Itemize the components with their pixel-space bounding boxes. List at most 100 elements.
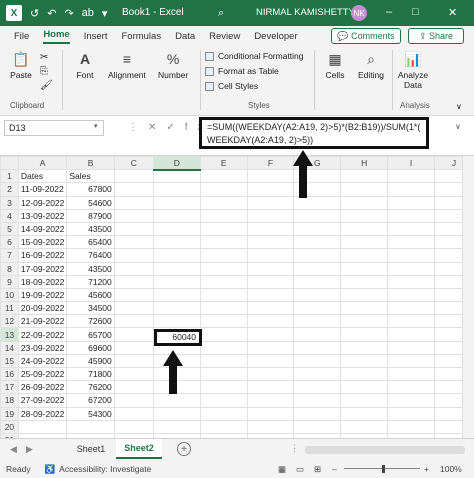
grid-cell[interactable]	[66, 419, 115, 434]
avatar[interactable]: NK	[351, 5, 367, 21]
row-header[interactable]: 15	[0, 353, 19, 369]
grid-cell[interactable]	[199, 340, 248, 355]
grid-cell[interactable]	[293, 274, 342, 289]
grid-cell[interactable]	[152, 406, 201, 421]
grid-cell[interactable]: 67800	[66, 182, 115, 197]
grid-cell[interactable]	[152, 235, 201, 250]
grid-cell[interactable]	[340, 274, 389, 289]
column-header-h[interactable]: H	[340, 156, 389, 171]
grid-cell[interactable]	[152, 301, 201, 316]
grid-cell[interactable]	[246, 221, 295, 237]
grid-cell[interactable]	[246, 380, 295, 395]
tab-developer[interactable]: Developer	[254, 31, 297, 42]
grid-cell[interactable]	[387, 419, 435, 434]
tab-insert[interactable]: Insert	[84, 31, 108, 42]
column-header-i[interactable]: I	[387, 156, 435, 171]
grid-cell[interactable]: 65700	[66, 327, 115, 342]
column-header-d[interactable]: D	[152, 156, 201, 171]
grid-cell[interactable]	[199, 393, 248, 408]
grid-cell[interactable]	[340, 287, 389, 303]
normal-view-icon[interactable]: ▦	[278, 464, 286, 475]
grid-cell[interactable]: 25-09-2022	[17, 366, 68, 382]
formula-input[interactable]: =SUM((WEEKDAY(A2:A19, 2)>5)*(B2:B19))/SU…	[199, 117, 429, 149]
grid-cell[interactable]	[113, 248, 154, 263]
grid-cell[interactable]: 43500	[66, 221, 115, 237]
grid-cell[interactable]	[340, 195, 389, 210]
grid-cell[interactable]	[340, 248, 389, 263]
name-box[interactable]: D13	[4, 120, 104, 136]
grid-cell[interactable]	[387, 380, 435, 395]
grid-cell[interactable]	[246, 301, 295, 316]
grid-cell[interactable]	[387, 248, 435, 263]
customize-icon[interactable]: ▾	[102, 7, 108, 20]
font-button[interactable]: A Font	[74, 48, 96, 80]
grid-cell[interactable]	[152, 287, 201, 303]
grid-cell[interactable]	[199, 380, 248, 395]
grid-cell[interactable]	[246, 419, 295, 434]
grid-cell[interactable]	[199, 195, 248, 210]
grid-cell[interactable]	[293, 393, 342, 408]
grid-cell[interactable]: 20-09-2022	[17, 301, 68, 316]
row-header[interactable]: 13	[0, 327, 19, 342]
next-sheet-icon[interactable]: ▶	[26, 444, 33, 455]
format-icon[interactable]: ab	[82, 7, 94, 19]
grid-cell[interactable]	[113, 366, 154, 382]
grid-cell[interactable]	[199, 235, 248, 250]
grid-cell[interactable]: 45600	[66, 287, 115, 303]
grid-cell[interactable]: 54300	[66, 406, 115, 421]
grid-cell[interactable]	[113, 353, 154, 369]
grid-cell[interactable]	[387, 366, 435, 382]
grid-cell[interactable]	[113, 314, 154, 329]
grid-cell[interactable]	[387, 340, 435, 355]
grid-cell[interactable]	[246, 406, 295, 421]
grid-cell[interactable]	[387, 221, 435, 237]
grid-cell[interactable]: 67200	[66, 393, 115, 408]
grid-cell[interactable]	[340, 301, 389, 316]
row-header[interactable]: 3	[0, 195, 19, 210]
alignment-button[interactable]: ≡ Alignment	[108, 48, 146, 80]
grid-cell[interactable]	[246, 314, 295, 329]
grid-cell[interactable]	[199, 406, 248, 421]
grid-cell[interactable]	[246, 287, 295, 303]
editing-button[interactable]: ⌕ Editing	[358, 48, 384, 81]
grid-cell[interactable]	[199, 248, 248, 263]
grid-cell[interactable]	[246, 393, 295, 408]
grid-cell[interactable]	[340, 406, 389, 421]
autosave-icon[interactable]: ↺	[30, 7, 39, 20]
grid-cell[interactable]	[293, 287, 342, 303]
grid-cell[interactable]	[199, 182, 248, 197]
grid-cell[interactable]: 22-09-2022	[17, 327, 68, 342]
grid-cell[interactable]: 19-09-2022	[17, 287, 68, 303]
grid-cell[interactable]	[387, 182, 435, 197]
grid-cell[interactable]	[113, 182, 154, 197]
grid-cell[interactable]	[387, 353, 435, 369]
format-painter-icon[interactable]: 🖌	[40, 80, 53, 91]
grid-cell[interactable]	[113, 274, 154, 289]
grid-cell[interactable]: 76200	[66, 380, 115, 395]
grid-cell[interactable]: 54600	[66, 195, 115, 210]
grid-cell[interactable]	[152, 208, 201, 223]
conditional-formatting-button[interactable]: Conditional Formatting	[205, 51, 304, 61]
grid-cell[interactable]	[113, 340, 154, 355]
grid-cell[interactable]: 69600	[66, 340, 115, 355]
grid-cell[interactable]: 71800	[66, 366, 115, 382]
chevron-down-icon[interactable]: ∨	[455, 122, 461, 131]
grid-cell[interactable]	[387, 393, 435, 408]
grid-cell[interactable]	[293, 366, 342, 382]
row-header[interactable]: 14	[0, 340, 19, 355]
grid-cell[interactable]	[152, 248, 201, 263]
grid-cell[interactable]	[340, 380, 389, 395]
vertical-scrollbar[interactable]	[462, 156, 474, 438]
grid-cell[interactable]: 14-09-2022	[17, 221, 68, 237]
horizontal-scrollbar[interactable]	[305, 446, 465, 454]
row-header[interactable]: 17	[0, 380, 19, 395]
grid-cell[interactable]	[199, 208, 248, 223]
grid-cell[interactable]	[152, 419, 201, 434]
grid-cell[interactable]	[340, 340, 389, 355]
grid-cell[interactable]: 26-09-2022	[17, 380, 68, 395]
grid-cell[interactable]	[293, 380, 342, 395]
grid-cell[interactable]	[340, 393, 389, 408]
grid-cell[interactable]: 24-09-2022	[17, 353, 68, 369]
grid-cell[interactable]: 43500	[66, 261, 115, 276]
grid-cell[interactable]	[152, 314, 201, 329]
